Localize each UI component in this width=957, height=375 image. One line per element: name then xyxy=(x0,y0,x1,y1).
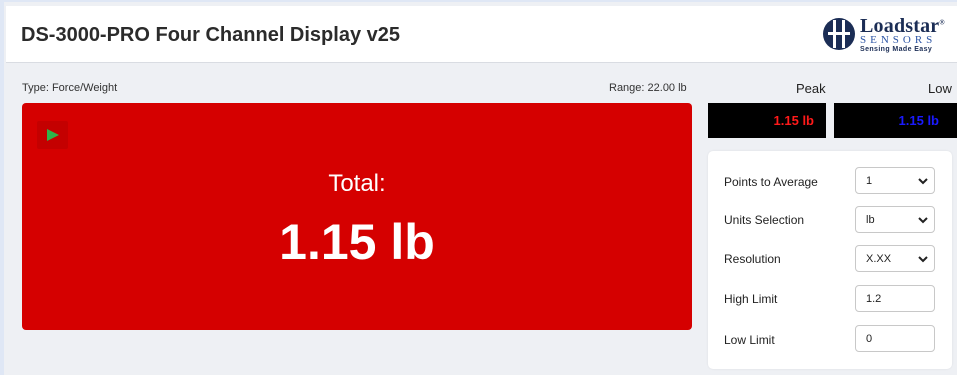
high-limit-label: High Limit xyxy=(724,292,778,306)
settings-panel: Points to Average 1 Units Selection lb R… xyxy=(708,151,952,369)
low-limit-value: 0 xyxy=(866,332,873,345)
low-label: Low xyxy=(928,81,952,96)
points-to-average-select[interactable]: 1 xyxy=(855,167,935,194)
high-limit-value: 1.2 xyxy=(866,292,882,305)
window-top-border xyxy=(0,0,957,2)
low-readout: 1.15 lb xyxy=(834,103,957,138)
total-value: 1.15 lb xyxy=(279,214,435,270)
play-icon xyxy=(46,129,59,141)
total-label: Total: xyxy=(328,170,386,197)
high-limit-input[interactable]: 1.2 xyxy=(855,285,935,312)
window-left-border xyxy=(0,0,4,375)
chevron-down-icon xyxy=(918,217,928,224)
peak-label: Peak xyxy=(796,81,826,96)
play-button[interactable] xyxy=(37,121,68,149)
resolution-select[interactable]: X.XX xyxy=(855,245,935,272)
units-selection-value: lb xyxy=(866,213,875,226)
resolution-label: Resolution xyxy=(724,252,781,266)
peak-readout: 1.15 lb xyxy=(708,103,826,138)
chevron-down-icon xyxy=(918,256,928,263)
units-selection-label: Units Selection xyxy=(724,213,805,227)
loadstar-logo: Loadstar® SENSORS Sensing Made Easy xyxy=(822,15,952,55)
points-to-average-label: Points to Average xyxy=(724,175,818,189)
logo-tagline: Sensing Made Easy xyxy=(860,46,933,53)
units-selection-select[interactable]: lb xyxy=(855,206,935,233)
app-header: DS-3000-PRO Four Channel Display v25 Loa… xyxy=(6,6,957,63)
resolution-value: X.XX xyxy=(866,252,892,265)
loadstar-logo-icon xyxy=(823,18,855,50)
total-display-panel: Total: 1.15 lb xyxy=(22,103,692,330)
chevron-down-icon xyxy=(918,178,928,185)
page-title: DS-3000-PRO Four Channel Display v25 xyxy=(21,24,401,46)
sensor-type-label: Type: Force/Weight xyxy=(22,82,118,94)
sensor-range-label: Range: 22.00 lb xyxy=(609,82,687,94)
low-limit-input[interactable]: 0 xyxy=(855,325,935,352)
logo-sub: SENSORS xyxy=(860,34,937,46)
low-limit-label: Low Limit xyxy=(724,333,775,347)
points-to-average-value: 1 xyxy=(866,174,873,187)
